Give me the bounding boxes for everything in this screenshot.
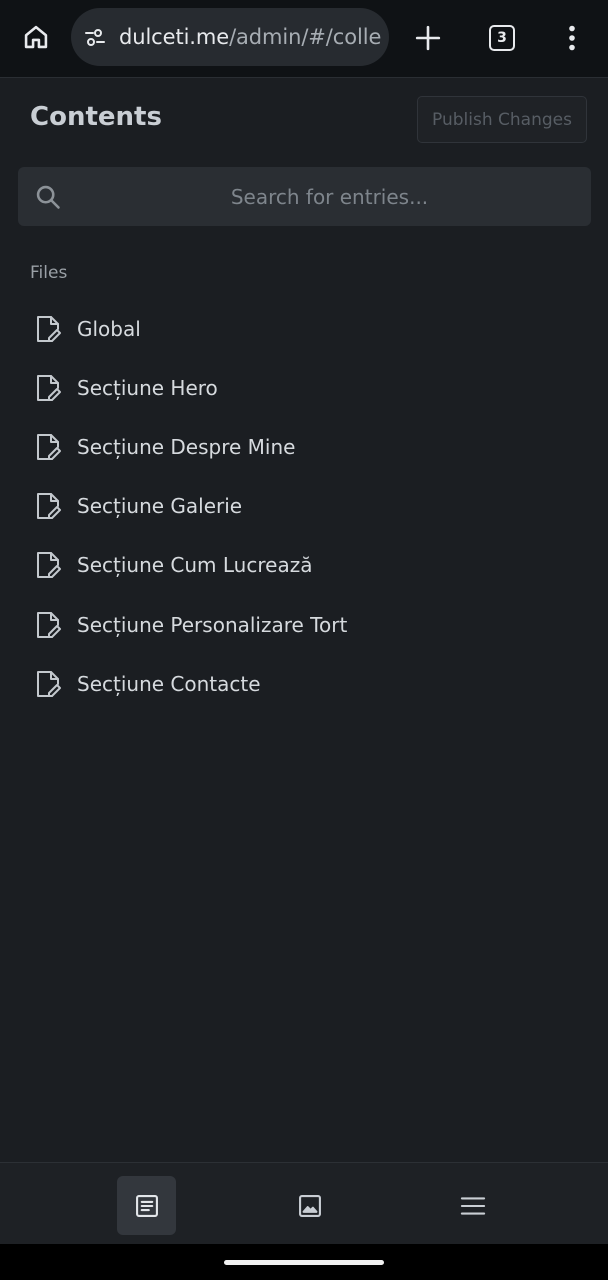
file-edit-icon xyxy=(37,670,61,697)
media-icon xyxy=(298,1194,321,1217)
file-item-label: Secțiune Contacte xyxy=(77,671,261,696)
more-vert-icon xyxy=(569,25,575,51)
url-host: dulceti.me xyxy=(119,25,230,49)
gesture-handle[interactable] xyxy=(224,1260,384,1265)
browser-menu-button[interactable] xyxy=(556,18,588,58)
tab-switcher-button[interactable]: 3 xyxy=(482,18,522,58)
files-section-label: Files xyxy=(30,263,68,283)
home-button[interactable] xyxy=(14,17,58,57)
file-item-hero[interactable]: Secțiune Hero xyxy=(18,358,590,417)
file-item-cum-lucreaza[interactable]: Secțiune Cum Lucrează xyxy=(18,536,590,595)
file-list: Global Secțiune Hero Secțiune Despre Min… xyxy=(18,299,590,713)
entries-icon xyxy=(135,1194,158,1217)
file-item-contacte[interactable]: Secțiune Contacte xyxy=(18,654,590,713)
file-item-label: Secțiune Personalizare Tort xyxy=(77,612,348,637)
browser-toolbar: dulceti.me/admin/#/colle 3 xyxy=(0,0,608,78)
tab-count: 3 xyxy=(497,30,507,46)
tabs-icon: 3 xyxy=(489,25,515,51)
address-bar[interactable]: dulceti.me/admin/#/colle xyxy=(71,8,389,66)
nav-menu-button[interactable] xyxy=(443,1176,502,1235)
nav-media-button[interactable] xyxy=(280,1176,339,1235)
file-edit-icon xyxy=(37,493,61,520)
file-item-label: Secțiune Galerie xyxy=(77,494,243,519)
file-edit-icon xyxy=(37,611,61,638)
file-item-label: Global xyxy=(77,316,141,341)
file-item-label: Secțiune Cum Lucrează xyxy=(77,553,313,578)
system-gesture-bar xyxy=(0,1244,608,1280)
plus-icon xyxy=(415,25,441,51)
file-edit-icon xyxy=(37,374,61,401)
new-tab-button[interactable] xyxy=(408,18,448,58)
search-bar[interactable] xyxy=(18,167,591,226)
site-settings-icon[interactable] xyxy=(83,25,107,49)
file-edit-icon xyxy=(37,552,61,579)
file-item-label: Secțiune Despre Mine xyxy=(77,434,296,459)
page-title: Contents xyxy=(30,102,162,132)
file-item-galerie[interactable]: Secțiune Galerie xyxy=(18,477,590,536)
file-edit-icon xyxy=(37,315,61,342)
search-input[interactable] xyxy=(78,167,581,226)
file-item-global[interactable]: Global xyxy=(18,299,590,358)
publish-changes-button[interactable]: Publish Changes xyxy=(417,96,587,143)
file-edit-icon xyxy=(37,433,61,460)
url-path: /admin/#/colle xyxy=(229,25,382,49)
menu-icon xyxy=(460,1196,485,1215)
bottom-navigation xyxy=(0,1162,608,1244)
file-item-personalizare-tort[interactable]: Secțiune Personalizare Tort xyxy=(18,595,590,654)
url-text: dulceti.me/admin/#/colle xyxy=(119,25,381,49)
nav-entries-button[interactable] xyxy=(117,1176,176,1235)
home-icon xyxy=(24,25,48,49)
file-item-label: Secțiune Hero xyxy=(77,375,218,400)
file-item-despre-mine[interactable]: Secțiune Despre Mine xyxy=(18,417,590,476)
search-icon xyxy=(36,185,60,209)
